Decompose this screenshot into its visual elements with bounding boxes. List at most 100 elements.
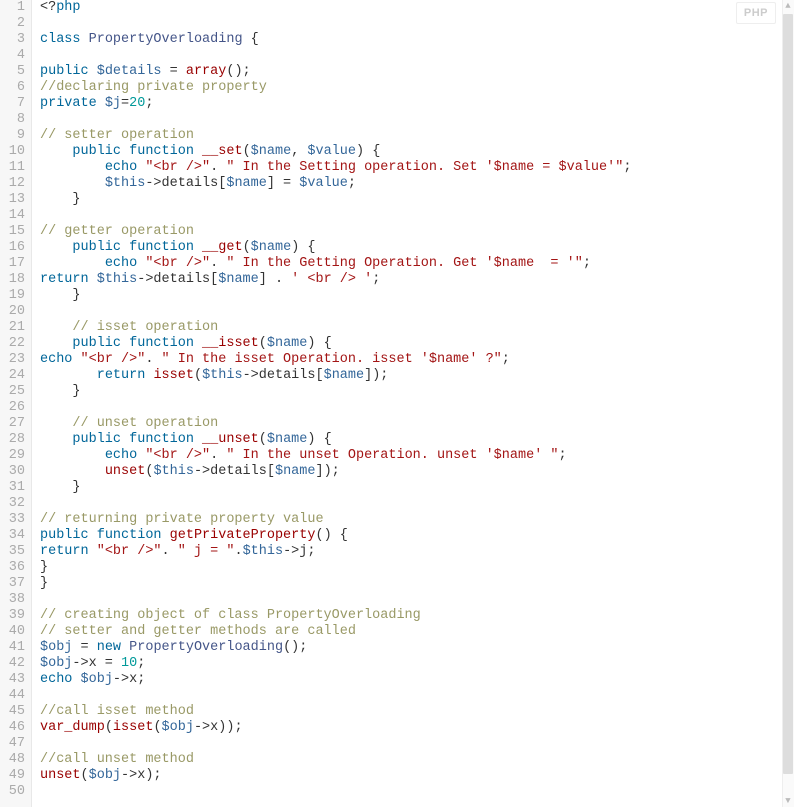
- line-number: 42: [0, 656, 25, 672]
- scroll-up-icon[interactable]: ▲: [782, 0, 794, 12]
- line-number: 16: [0, 240, 25, 256]
- line-number: 12: [0, 176, 25, 192]
- line-number: 33: [0, 512, 25, 528]
- line-number-gutter: 1234567891011121314151617181920212223242…: [0, 0, 32, 807]
- code-line: return $this->details[$name] . ' <br /> …: [40, 272, 780, 288]
- line-number: 38: [0, 592, 25, 608]
- line-number: 18: [0, 272, 25, 288]
- line-number: 26: [0, 400, 25, 416]
- line-number: 10: [0, 144, 25, 160]
- line-number: 47: [0, 736, 25, 752]
- code-line: [40, 304, 780, 320]
- line-number: 17: [0, 256, 25, 272]
- scrollbar[interactable]: ▲ ▼: [782, 0, 794, 807]
- code-line: [40, 112, 780, 128]
- line-number: 11: [0, 160, 25, 176]
- code-line: }: [40, 384, 780, 400]
- line-number: 8: [0, 112, 25, 128]
- code-line: // setter operation: [40, 128, 780, 144]
- line-number: 44: [0, 688, 25, 704]
- code-line: public $details = array();: [40, 64, 780, 80]
- code-line: // setter and getter methods are called: [40, 624, 780, 640]
- line-number: 4: [0, 48, 25, 64]
- line-number: 46: [0, 720, 25, 736]
- line-number: 20: [0, 304, 25, 320]
- line-number: 24: [0, 368, 25, 384]
- code-line: [40, 496, 780, 512]
- code-line: [40, 400, 780, 416]
- code-line: class PropertyOverloading {: [40, 32, 780, 48]
- code-line: $this->details[$name] = $value;: [40, 176, 780, 192]
- line-number: 1: [0, 0, 25, 16]
- line-number: 50: [0, 784, 25, 800]
- code-line: public function __get($name) {: [40, 240, 780, 256]
- line-number: 28: [0, 432, 25, 448]
- code-area: 1234567891011121314151617181920212223242…: [0, 0, 780, 807]
- code-line: [40, 48, 780, 64]
- line-number: 43: [0, 672, 25, 688]
- code-line: private $j=20;: [40, 96, 780, 112]
- line-number: 7: [0, 96, 25, 112]
- code-line: //call isset method: [40, 704, 780, 720]
- code-line: //call unset method: [40, 752, 780, 768]
- line-number: 36: [0, 560, 25, 576]
- line-number: 3: [0, 32, 25, 48]
- code-line: public function __unset($name) {: [40, 432, 780, 448]
- code-line: [40, 736, 780, 752]
- code-line: $obj->x = 10;: [40, 656, 780, 672]
- code-line: $obj = new PropertyOverloading();: [40, 640, 780, 656]
- code-line: var_dump(isset($obj->x));: [40, 720, 780, 736]
- line-number: 15: [0, 224, 25, 240]
- line-number: 21: [0, 320, 25, 336]
- code-line: //declaring private property: [40, 80, 780, 96]
- code-line: echo "<br />". " In the isset Operation.…: [40, 352, 780, 368]
- line-number: 2: [0, 16, 25, 32]
- code-line: }: [40, 480, 780, 496]
- code-line: // isset operation: [40, 320, 780, 336]
- code-line: // getter operation: [40, 224, 780, 240]
- line-number: 19: [0, 288, 25, 304]
- code-line: unset($this->details[$name]);: [40, 464, 780, 480]
- line-number: 39: [0, 608, 25, 624]
- code-line: // creating object of class PropertyOver…: [40, 608, 780, 624]
- line-number: 5: [0, 64, 25, 80]
- line-number: 31: [0, 480, 25, 496]
- code-line: }: [40, 288, 780, 304]
- code-line: echo "<br />". " In the Setting operatio…: [40, 160, 780, 176]
- line-number: 49: [0, 768, 25, 784]
- code-line: return "<br />". " j = ".$this->j;: [40, 544, 780, 560]
- line-number: 22: [0, 336, 25, 352]
- line-number: 41: [0, 640, 25, 656]
- scroll-down-icon[interactable]: ▼: [782, 795, 794, 807]
- code-line: }: [40, 576, 780, 592]
- line-number: 13: [0, 192, 25, 208]
- code-editor: PHP ▲ ▼ 12345678910111213141516171819202…: [0, 0, 794, 807]
- code-line: [40, 688, 780, 704]
- line-number: 45: [0, 704, 25, 720]
- code-line: echo "<br />". " In the unset Operation.…: [40, 448, 780, 464]
- line-number: 14: [0, 208, 25, 224]
- code-line: public function __isset($name) {: [40, 336, 780, 352]
- code-line: [40, 592, 780, 608]
- line-number: 6: [0, 80, 25, 96]
- code-line: return isset($this->details[$name]);: [40, 368, 780, 384]
- code-line: [40, 208, 780, 224]
- line-number: 9: [0, 128, 25, 144]
- line-number: 30: [0, 464, 25, 480]
- line-number: 29: [0, 448, 25, 464]
- line-number: 37: [0, 576, 25, 592]
- code-content[interactable]: <?php class PropertyOverloading { public…: [32, 0, 780, 807]
- code-line: <?php: [40, 0, 780, 16]
- line-number: 23: [0, 352, 25, 368]
- code-line: }: [40, 192, 780, 208]
- code-line: [40, 16, 780, 32]
- code-line: // returning private property value: [40, 512, 780, 528]
- scrollbar-thumb[interactable]: [783, 14, 793, 774]
- code-line: [40, 784, 780, 800]
- line-number: 35: [0, 544, 25, 560]
- line-number: 27: [0, 416, 25, 432]
- line-number: 34: [0, 528, 25, 544]
- code-line: echo "<br />". " In the Getting Operatio…: [40, 256, 780, 272]
- code-line: public function __set($name, $value) {: [40, 144, 780, 160]
- code-line: unset($obj->x);: [40, 768, 780, 784]
